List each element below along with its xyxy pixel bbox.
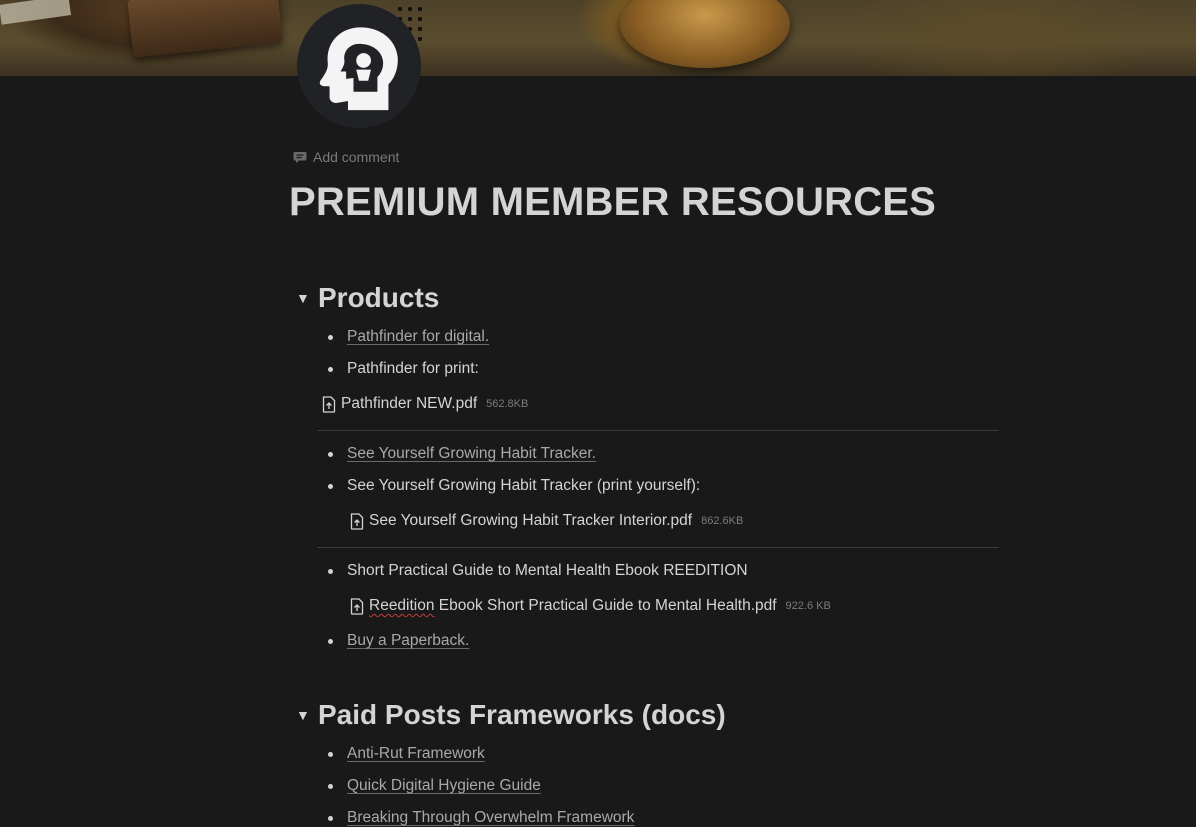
mental-health-ebook-label: Short Practical Guide to Mental Health E… (347, 562, 748, 579)
head-silhouette-icon (319, 27, 398, 111)
bullet (328, 451, 333, 457)
list-item: See Yourself Growing Habit Tracker (prin… (328, 477, 700, 495)
buy-paperback-link[interactable]: Buy a Paperback. (347, 632, 469, 650)
list-item: Buy a Paperback. (328, 632, 469, 650)
page-icon[interactable] (297, 4, 421, 128)
triangle-down-icon[interactable]: ▼ (296, 707, 310, 723)
file-name: Pathfinder NEW.pdf (341, 395, 478, 412)
bullet (328, 334, 333, 340)
anti-rut-link[interactable]: Anti-Rut Framework (347, 745, 485, 763)
spellcheck-word: Reedition (369, 597, 435, 614)
habit-tracker-pdf-file[interactable]: See Yourself Growing Habit Tracker Inter… (350, 512, 743, 530)
list-item: Breaking Through Overwhelm Framework (328, 809, 634, 827)
divider (317, 547, 999, 548)
paid-posts-toggle-heading[interactable]: ▼ Paid Posts Frameworks (docs) (296, 699, 726, 731)
pathfinder-print-label: Pathfinder for print: (347, 360, 479, 377)
pathfinder-digital-link[interactable]: Pathfinder for digital. (347, 328, 489, 346)
list-item: Pathfinder for print: (328, 360, 479, 378)
products-heading: Products (318, 282, 440, 313)
bullet (328, 815, 333, 821)
list-item: Short Practical Guide to Mental Health E… (328, 562, 748, 580)
add-comment-button[interactable]: Add comment (293, 149, 399, 165)
habit-tracker-print-label: See Yourself Growing Habit Tracker (prin… (347, 477, 701, 494)
cover-violin-shape (620, 0, 790, 68)
divider (317, 430, 999, 431)
mental-health-pdf-file[interactable]: Reedition Ebook Short Practical Guide to… (350, 597, 831, 615)
file-upload-icon (322, 395, 336, 413)
file-size: 562.8KB (486, 398, 529, 410)
products-toggle-heading[interactable]: ▼ Products (296, 282, 439, 314)
habit-tracker-link[interactable]: See Yourself Growing Habit Tracker. (347, 445, 596, 463)
bullet (328, 483, 333, 489)
file-upload-icon (350, 512, 364, 530)
bullet (328, 783, 333, 789)
bullet (328, 568, 333, 574)
list-item: See Yourself Growing Habit Tracker. (328, 445, 596, 463)
add-comment-label: Add comment (313, 149, 400, 165)
digital-hygiene-link[interactable]: Quick Digital Hygiene Guide (347, 777, 541, 795)
list-item: Pathfinder for digital. (328, 328, 489, 346)
file-name-rest: Ebook Short Practical Guide to Mental He… (434, 597, 777, 614)
list-item: Quick Digital Hygiene Guide (328, 777, 541, 795)
pathfinder-pdf-file[interactable]: Pathfinder NEW.pdf 562.8KB (322, 395, 528, 413)
page-title[interactable]: PREMIUM MEMBER RESOURCES (289, 180, 936, 225)
comment-icon (293, 151, 307, 163)
triangle-down-icon[interactable]: ▼ (296, 290, 310, 306)
file-name: Reedition Ebook Short Practical Guide to… (369, 597, 777, 615)
file-upload-icon (350, 597, 364, 615)
bullet (328, 751, 333, 757)
page-cover-image (0, 0, 1196, 76)
file-name: See Yourself Growing Habit Tracker Inter… (369, 512, 693, 529)
list-item: Anti-Rut Framework (328, 745, 485, 763)
file-size: 922.6 KB (785, 600, 831, 612)
cover-book-shape (127, 0, 283, 58)
bullet (328, 638, 333, 644)
file-size: 862.6KB (701, 515, 744, 527)
overwhelm-framework-link[interactable]: Breaking Through Overwhelm Framework (347, 809, 634, 827)
paid-posts-heading: Paid Posts Frameworks (docs) (318, 699, 726, 730)
cover-paper-shape (0, 0, 72, 25)
bullet (328, 366, 333, 372)
